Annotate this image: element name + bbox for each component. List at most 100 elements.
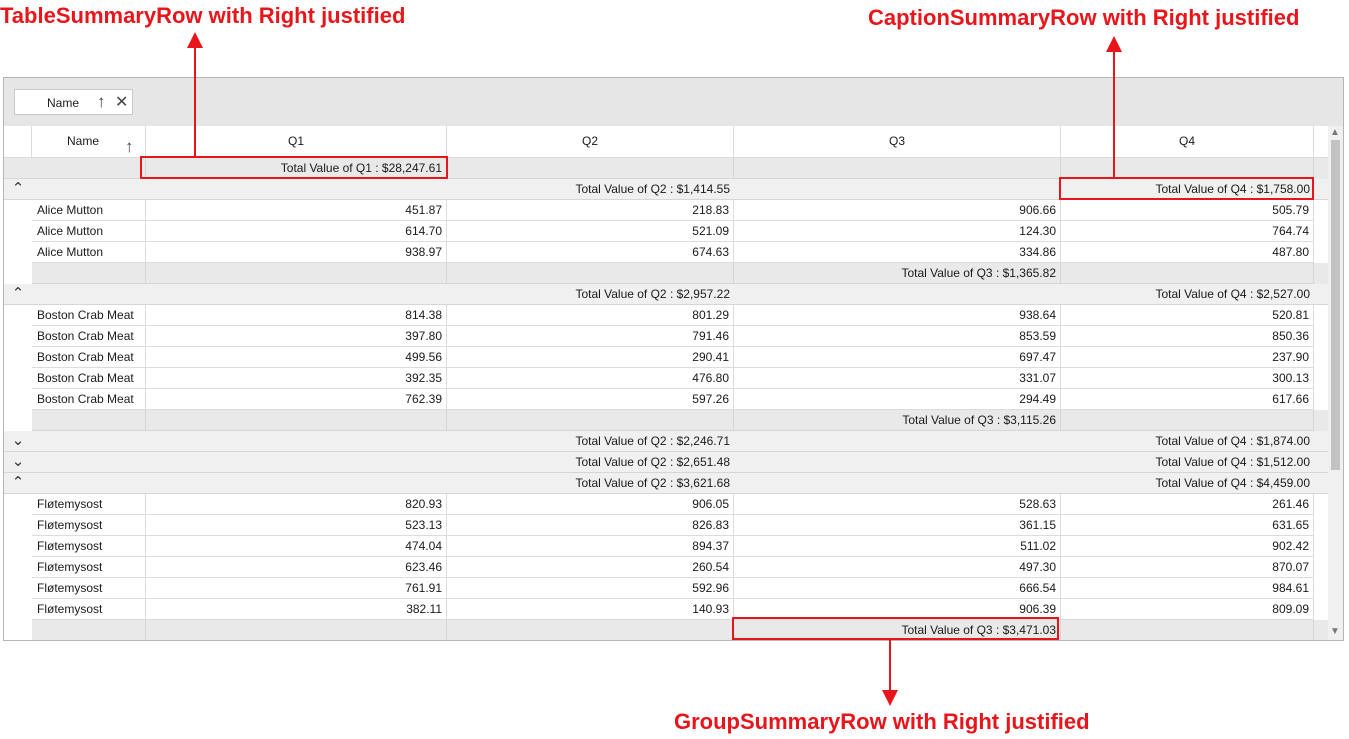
cell-name[interactable]: Fløtemysost (32, 578, 146, 599)
cell-q3[interactable]: 853.59 (734, 326, 1061, 347)
cell-q3[interactable]: 294.49 (734, 389, 1061, 410)
cell-q3[interactable]: 511.02 (734, 536, 1061, 557)
cell-q2[interactable]: 476.80 (447, 368, 734, 389)
cell-q4[interactable]: 870.07 (1061, 557, 1314, 578)
cell-q2[interactable]: 674.63 (447, 242, 734, 263)
table-row[interactable]: Alice Mutton 938.97 674.63 334.86 487.80 (4, 242, 1328, 263)
cell-name[interactable]: Boston Crab Meat (32, 389, 146, 410)
column-header-q1[interactable]: Q1 (146, 126, 447, 158)
cell-q3[interactable]: 497.30 (734, 557, 1061, 578)
close-icon[interactable]: ✕ (115, 92, 128, 112)
cell-q1[interactable]: 762.39 (146, 389, 447, 410)
cell-q4[interactable]: 505.79 (1061, 200, 1314, 221)
cell-name[interactable]: Boston Crab Meat (32, 305, 146, 326)
column-header-q3[interactable]: Q3 (734, 126, 1061, 158)
cell-q1[interactable]: 614.70 (146, 221, 447, 242)
table-row[interactable]: Boston Crab Meat 392.35 476.80 331.07 300.13 (4, 368, 1328, 389)
cell-q1[interactable]: 451.87 (146, 200, 447, 221)
cell-q3[interactable]: 938.64 (734, 305, 1061, 326)
cell-q1[interactable]: 814.38 (146, 305, 447, 326)
cell-name[interactable]: Fløtemysost (32, 536, 146, 557)
table-row[interactable]: Fløtemysost 623.46 260.54 497.30 870.07 (4, 557, 1328, 578)
cell-q1[interactable]: 499.56 (146, 347, 447, 368)
cell-q1[interactable]: 623.46 (146, 557, 447, 578)
cell-q2[interactable]: 894.37 (447, 536, 734, 557)
cell-name[interactable]: Alice Mutton (32, 200, 146, 221)
cell-q3[interactable]: 334.86 (734, 242, 1061, 263)
vertical-scrollbar[interactable]: ▲ ▼ (1328, 126, 1343, 640)
scrollbar-thumb[interactable] (1331, 140, 1340, 470)
cell-q1[interactable]: 392.35 (146, 368, 447, 389)
column-header-name[interactable]: Name ↑ (32, 126, 146, 158)
table-row[interactable]: Boston Crab Meat 814.38 801.29 938.64 520.81 (4, 305, 1328, 326)
cell-q2[interactable]: 290.41 (447, 347, 734, 368)
cell-q2[interactable]: 592.96 (447, 578, 734, 599)
cell-name[interactable]: Fløtemysost (32, 557, 146, 578)
cell-q1[interactable]: 397.80 (146, 326, 447, 347)
group-chip-name[interactable]: Name ↑ ✕ (14, 89, 133, 115)
chevron-up-icon[interactable]: ⌃ (4, 179, 32, 200)
scroll-up-icon[interactable]: ▲ (1330, 127, 1340, 138)
cell-q1[interactable]: 382.11 (146, 599, 447, 620)
table-row[interactable]: Fløtemysost 523.13 826.83 361.15 631.65 (4, 515, 1328, 536)
cell-q2[interactable]: 801.29 (447, 305, 734, 326)
cell-q3[interactable]: 124.30 (734, 221, 1061, 242)
cell-q4[interactable]: 984.61 (1061, 578, 1314, 599)
cell-q1[interactable]: 938.97 (146, 242, 447, 263)
column-header-q4[interactable]: Q4 (1061, 126, 1314, 158)
cell-q4[interactable]: 237.90 (1061, 347, 1314, 368)
cell-q4[interactable]: 631.65 (1061, 515, 1314, 536)
cell-q4[interactable]: 520.81 (1061, 305, 1314, 326)
cell-q2[interactable]: 521.09 (447, 221, 734, 242)
cell-q1[interactable]: 474.04 (146, 536, 447, 557)
cell-q3[interactable]: 697.47 (734, 347, 1061, 368)
caption-summary-row[interactable]: ⌄ Total Value of Q2 : $2,246.71 Total Valu… (4, 431, 1328, 452)
cell-q4[interactable]: 617.66 (1061, 389, 1314, 410)
chevron-up-icon[interactable]: ⌃ (4, 473, 32, 494)
cell-q3[interactable]: 666.54 (734, 578, 1061, 599)
cell-q1[interactable]: 761.91 (146, 578, 447, 599)
caption-summary-row[interactable]: ⌃ Total Value of Q2 : $1,414.55 Total Valu… (4, 179, 1328, 200)
cell-q3[interactable]: 528.63 (734, 494, 1061, 515)
cell-name[interactable]: Fløtemysost (32, 599, 146, 620)
cell-name[interactable]: Boston Crab Meat (32, 368, 146, 389)
cell-q2[interactable]: 791.46 (447, 326, 734, 347)
cell-name[interactable]: Alice Mutton (32, 221, 146, 242)
table-row[interactable]: Alice Mutton 451.87 218.83 906.66 505.79 (4, 200, 1328, 221)
cell-q4[interactable]: 850.36 (1061, 326, 1314, 347)
table-row[interactable]: Alice Mutton 614.70 521.09 124.30 764.74 (4, 221, 1328, 242)
chevron-down-icon[interactable]: ⌄ (4, 431, 32, 452)
scroll-down-icon[interactable]: ▼ (1330, 626, 1340, 637)
cell-q1[interactable]: 523.13 (146, 515, 447, 536)
cell-q4[interactable]: 261.46 (1061, 494, 1314, 515)
cell-q3[interactable]: 331.07 (734, 368, 1061, 389)
cell-q4[interactable]: 487.80 (1061, 242, 1314, 263)
cell-q2[interactable]: 140.93 (447, 599, 734, 620)
cell-q2[interactable]: 826.83 (447, 515, 734, 536)
cell-q4[interactable]: 764.74 (1061, 221, 1314, 242)
table-row[interactable]: Boston Crab Meat 499.56 290.41 697.47 237.90 (4, 347, 1328, 368)
table-row[interactable]: Fløtemysost 382.11 140.93 906.39 809.09 (4, 599, 1328, 620)
caption-summary-row[interactable]: ⌃ Total Value of Q2 : $2,957.22 Total Valu… (4, 284, 1328, 305)
chevron-up-icon[interactable]: ⌃ (4, 284, 32, 305)
cell-q4[interactable]: 300.13 (1061, 368, 1314, 389)
cell-q2[interactable]: 260.54 (447, 557, 734, 578)
table-row[interactable]: Boston Crab Meat 762.39 597.26 294.49 617.66 (4, 389, 1328, 410)
caption-summary-row[interactable]: ⌃ Total Value of Q2 : $3,621.68 Total Valu… (4, 473, 1328, 494)
cell-q4[interactable]: 809.09 (1061, 599, 1314, 620)
table-row[interactable]: Fløtemysost 761.91 592.96 666.54 984.61 (4, 578, 1328, 599)
cell-q3[interactable]: 361.15 (734, 515, 1061, 536)
cell-name[interactable]: Alice Mutton (32, 242, 146, 263)
cell-q3[interactable]: 906.66 (734, 200, 1061, 221)
cell-q2[interactable]: 906.05 (447, 494, 734, 515)
cell-q1[interactable]: 820.93 (146, 494, 447, 515)
column-header-q2[interactable]: Q2 (447, 126, 734, 158)
cell-name[interactable]: Fløtemysost (32, 515, 146, 536)
cell-q2[interactable]: 597.26 (447, 389, 734, 410)
caption-summary-row[interactable]: ⌄ Total Value of Q2 : $2,651.48 Total Valu… (4, 452, 1328, 473)
table-row[interactable]: Fløtemysost 474.04 894.37 511.02 902.42 (4, 536, 1328, 557)
cell-q2[interactable]: 218.83 (447, 200, 734, 221)
cell-name[interactable]: Boston Crab Meat (32, 326, 146, 347)
cell-name[interactable]: Boston Crab Meat (32, 347, 146, 368)
cell-q4[interactable]: 902.42 (1061, 536, 1314, 557)
